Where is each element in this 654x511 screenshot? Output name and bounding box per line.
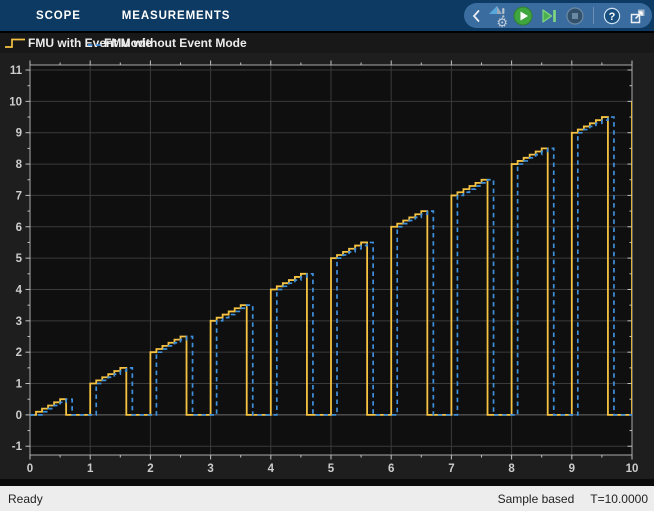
status-text: Ready — [8, 492, 43, 506]
svg-text:0: 0 — [16, 410, 22, 422]
tab-measurements[interactable]: MEASUREMENTS — [122, 10, 231, 22]
svg-text:3: 3 — [207, 463, 213, 475]
sample-mode-label: Sample based — [498, 492, 575, 506]
step-forward-button[interactable] — [539, 5, 559, 26]
help-button[interactable]: ? — [602, 5, 622, 26]
dock-icon[interactable] — [628, 5, 648, 26]
svg-text:9: 9 — [569, 463, 575, 475]
collapse-chevron-icon[interactable] — [471, 5, 481, 26]
simulation-settings-icon[interactable]: ⚙ — [487, 5, 507, 26]
svg-text:10: 10 — [9, 96, 22, 108]
legend-label: FMU without Event Mode — [104, 36, 247, 50]
scope-plot-area[interactable]: 0 1 2 3 4 5 6 7 8 9 10 -1 0 1 2 3 4 5 6 7 8 9 10 11 — [0, 53, 654, 486]
svg-text:11: 11 — [10, 65, 23, 77]
svg-text:4: 4 — [16, 284, 23, 296]
legend-bar: FMU with Event Mode FMU without Event Mo… — [0, 33, 654, 53]
svg-text:1: 1 — [87, 463, 94, 475]
legend-step-line-icon — [4, 35, 26, 51]
svg-text:6: 6 — [388, 463, 394, 475]
svg-text:7: 7 — [448, 463, 454, 475]
gear-icon: ⚙ — [496, 16, 508, 29]
svg-text:2: 2 — [16, 347, 22, 359]
simulation-time-label: T=10.0000 — [590, 492, 648, 506]
plot-bottom-gap — [0, 479, 654, 486]
status-bar: Ready Sample based T=10.0000 — [0, 486, 654, 511]
svg-text:10: 10 — [626, 463, 639, 475]
svg-text:-1: -1 — [12, 441, 23, 453]
svg-text:0: 0 — [27, 463, 33, 475]
svg-text:7: 7 — [16, 190, 22, 202]
scope-window: SCOPE MEASUREMENTS ⚙ — [0, 0, 654, 511]
svg-text:5: 5 — [328, 463, 335, 475]
svg-text:4: 4 — [268, 463, 275, 475]
tab-scope[interactable]: SCOPE — [36, 10, 81, 22]
toolbar-separator — [593, 7, 594, 24]
svg-text:8: 8 — [16, 159, 23, 171]
svg-text:6: 6 — [16, 222, 22, 234]
scope-plot-canvas[interactable]: 0 1 2 3 4 5 6 7 8 9 10 -1 0 1 2 3 4 5 6 7 8 9 10 11 — [0, 53, 654, 486]
svg-text:8: 8 — [508, 463, 515, 475]
toolstrip: SCOPE MEASUREMENTS ⚙ — [0, 0, 654, 31]
help-question-glyph: ? — [609, 11, 616, 23]
svg-text:3: 3 — [16, 316, 22, 328]
legend-dashed-line-icon — [88, 35, 102, 51]
svg-text:2: 2 — [147, 463, 153, 475]
svg-text:5: 5 — [16, 253, 23, 265]
quick-access-toolbar: ⚙ — [464, 3, 652, 28]
svg-text:9: 9 — [16, 128, 22, 140]
svg-text:1: 1 — [16, 379, 23, 391]
run-button[interactable] — [513, 5, 533, 26]
stop-button[interactable] — [565, 5, 585, 26]
legend-item-fmu-without-event-mode[interactable]: FMU without Event Mode — [88, 33, 247, 53]
